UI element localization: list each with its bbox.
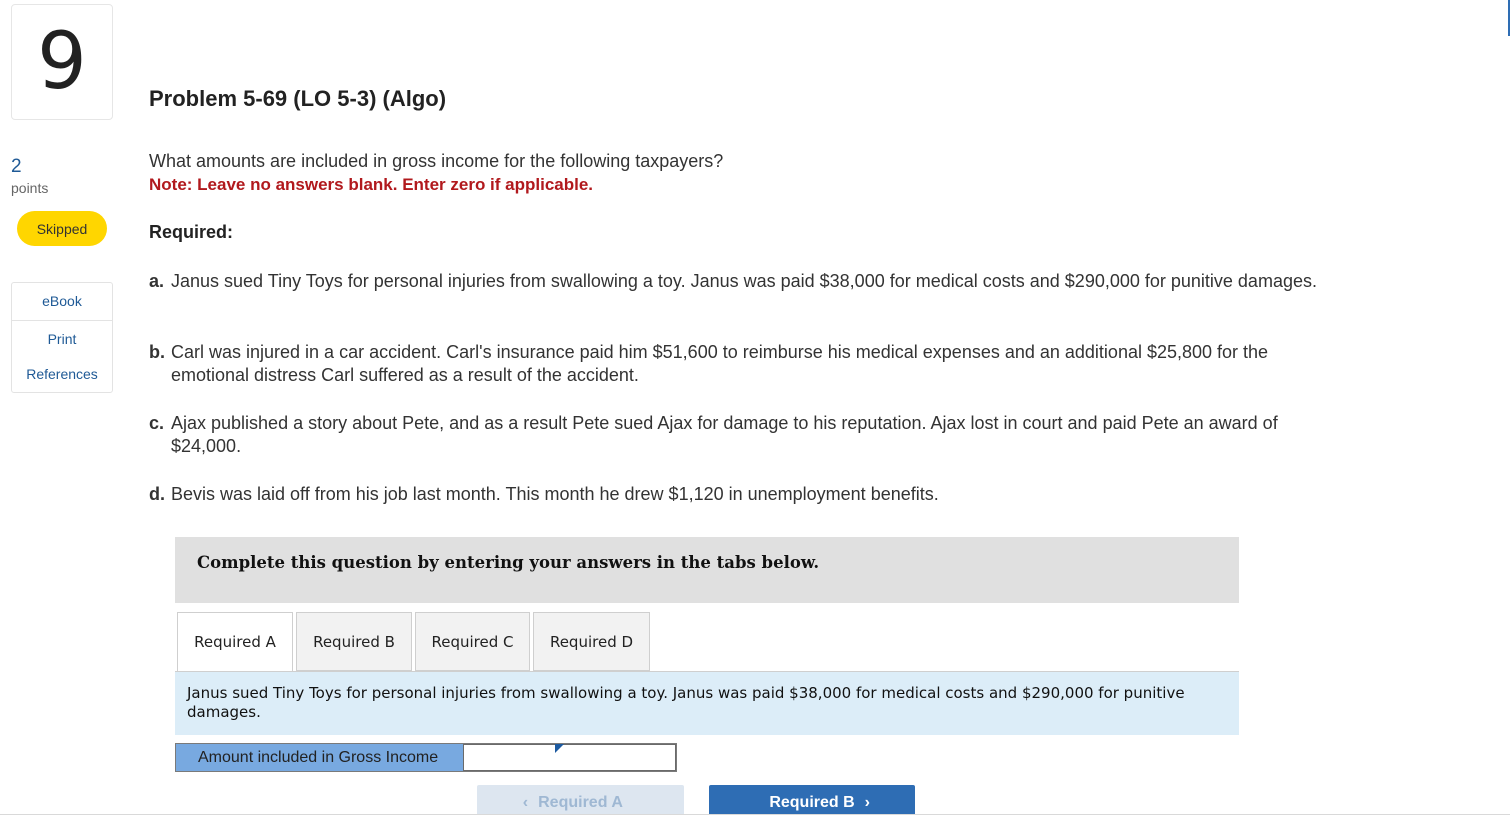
ebook-link[interactable]: eBook: [12, 293, 112, 309]
resources-panel: eBook Print References: [11, 282, 113, 393]
tab-required-a[interactable]: Required A: [177, 612, 293, 672]
required-heading: Required:: [149, 222, 234, 242]
item-text: Ajax published a story about Pete, and a…: [171, 413, 1278, 456]
tab-required-d[interactable]: Required D: [533, 612, 650, 671]
references-link[interactable]: References: [12, 366, 112, 382]
problem-item-a: a. Janus sued Tiny Toys for personal inj…: [149, 270, 1319, 293]
problem-item-b: b. Carl was injured in a car accident. C…: [149, 341, 1319, 387]
item-label: b.: [149, 342, 165, 362]
problem-note: Note: Leave no answers blank. Enter zero…: [149, 175, 594, 194]
question-number: 9: [11, 4, 113, 120]
item-label: d.: [149, 484, 165, 504]
chevron-left-icon: ‹: [522, 794, 529, 811]
gross-income-input[interactable]: [463, 744, 676, 771]
bottom-divider: [0, 814, 1510, 815]
tab-required-c[interactable]: Required C: [415, 612, 530, 671]
item-text: Janus sued Tiny Toys for personal injuri…: [171, 271, 1317, 291]
print-link[interactable]: Print: [12, 331, 112, 347]
next-button-label: Required B: [769, 794, 855, 811]
instructions-banner: Complete this question by entering your …: [175, 537, 1239, 603]
item-text: Bevis was laid off from his job last mon…: [171, 484, 939, 504]
points-value: 2: [11, 156, 22, 177]
next-required-button[interactable]: › Required B ›: [709, 785, 915, 815]
answer-label: Amount included in Gross Income: [176, 744, 463, 771]
item-label: a.: [149, 271, 165, 291]
prev-required-button[interactable]: ‹ Required A ‹: [477, 785, 684, 815]
problem-item-d: d. Bevis was laid off from his job last …: [149, 483, 1319, 506]
points-label: points: [11, 180, 49, 196]
problem-item-c: c. Ajax published a story about Pete, an…: [149, 412, 1319, 458]
status-badge: Skipped: [17, 211, 107, 246]
problem-intro: What amounts are included in gross incom…: [149, 151, 724, 171]
answer-row: Amount included in Gross Income: [175, 743, 677, 772]
prev-button-label: Required A: [538, 794, 623, 811]
item-text: Carl was injured in a car accident. Carl…: [171, 342, 1269, 385]
tab-description: Janus sued Tiny Toys for personal injuri…: [175, 672, 1239, 735]
chevron-right-icon: ›: [864, 794, 870, 811]
input-flag-icon: [555, 744, 564, 753]
item-label: c.: [149, 413, 165, 433]
problem-title: Problem 5-69 (LO 5-3) (Algo): [149, 86, 447, 111]
tab-required-b[interactable]: Required B: [296, 612, 412, 671]
resources-divider: [12, 320, 112, 321]
